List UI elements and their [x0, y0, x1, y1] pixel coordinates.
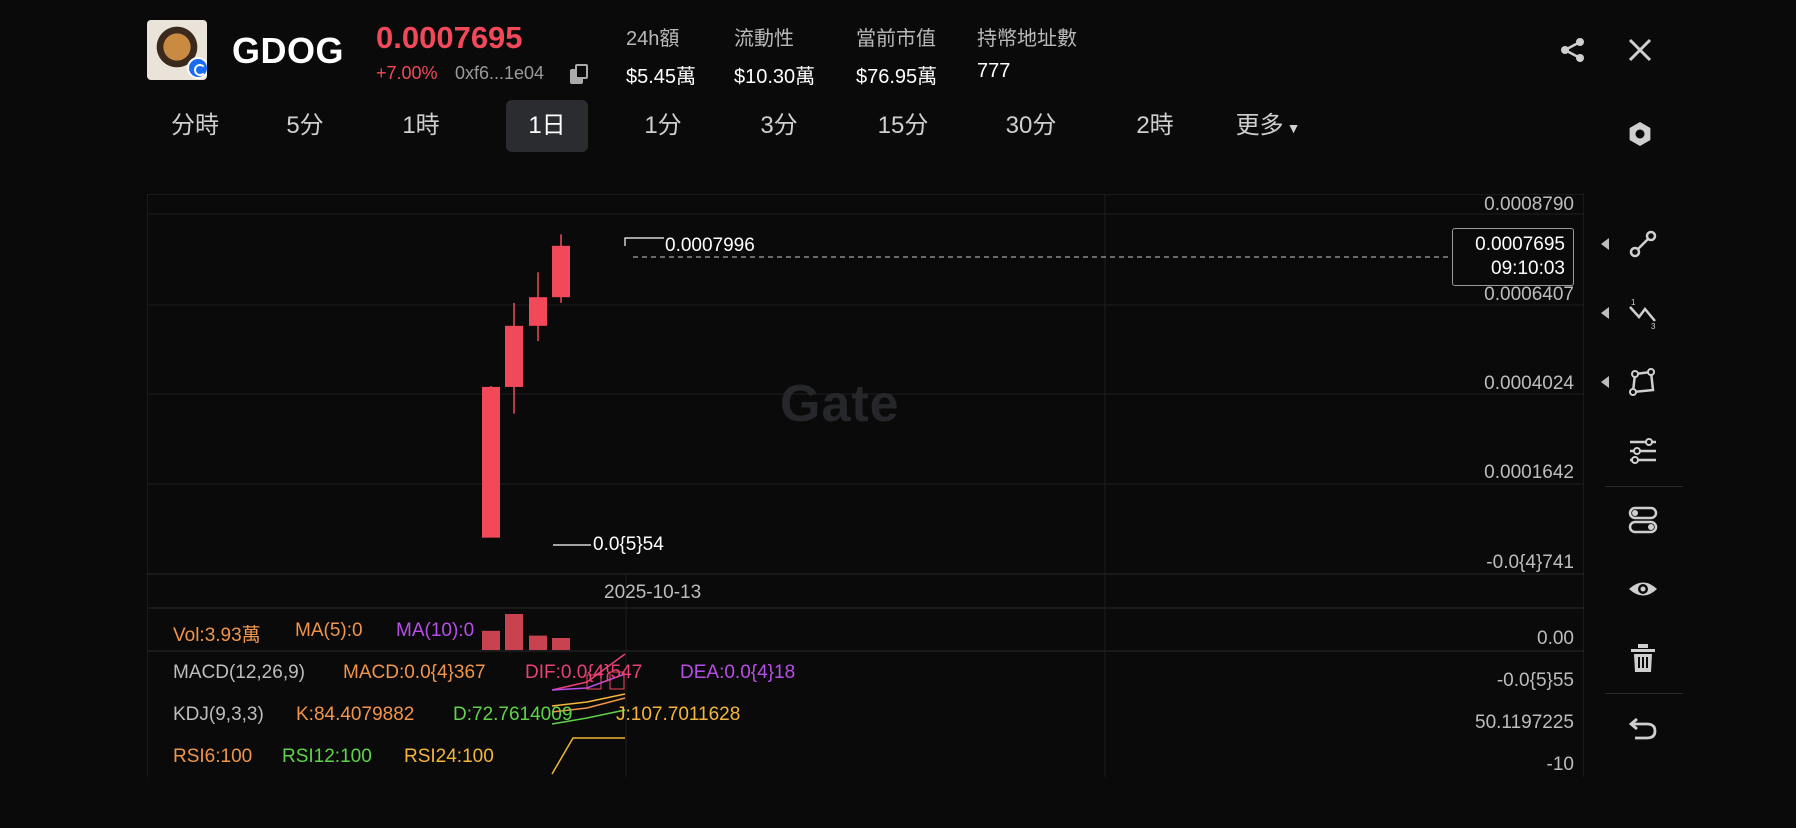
volume-bar — [482, 630, 500, 650]
toolbar-divider — [1605, 693, 1683, 694]
expand-arrow-icon[interactable] — [1601, 307, 1609, 319]
stat-liquidity: 流動性 $10.30萬 — [734, 22, 815, 89]
close-icon[interactable] — [1626, 36, 1654, 64]
tab-1h[interactable]: 1時 — [386, 100, 456, 152]
gear-icon[interactable] — [1626, 120, 1654, 148]
tab-1m[interactable]: 1分 — [628, 100, 698, 152]
stat-value: 777 — [977, 60, 1011, 82]
y-axis-label: 0.0001642 — [1484, 462, 1574, 483]
token-price: 0.0007695 — [376, 20, 523, 55]
stat-value: $76.95萬 — [856, 66, 938, 88]
rsi6-value: RSI6:100 — [173, 746, 253, 767]
stat-holders: 持幣地址數 777 — [977, 22, 1077, 83]
stat-market-cap: 當前市值 $76.95萬 — [856, 22, 937, 89]
price-change: +7.00% — [376, 63, 438, 83]
candle-body — [552, 245, 570, 298]
macd-axis-label: -0.0{5}55 — [1496, 670, 1574, 691]
expand-arrow-icon[interactable] — [1601, 238, 1609, 250]
candle-body — [482, 386, 500, 538]
candle-body — [529, 297, 547, 326]
ma10-label: MA(10):0 — [396, 620, 475, 641]
dea-value: DEA:0.0{4}18 — [680, 662, 796, 683]
path-icon[interactable] — [1627, 504, 1659, 536]
caret-down-icon: ▼ — [1286, 120, 1301, 136]
gate-watermark: Gate — [780, 375, 900, 433]
date-axis-label: 2025-10-13 — [604, 582, 702, 603]
y-axis-label: 0.0004024 — [1484, 373, 1574, 394]
rsi24-value: RSI24:100 — [404, 746, 494, 767]
expand-arrow-icon[interactable] — [1601, 376, 1609, 388]
dif-value: DIF:0.0{4}547 — [525, 662, 643, 683]
chart-canvas[interactable] — [147, 194, 1584, 777]
trend-line-icon[interactable] — [1627, 228, 1659, 260]
fib-icon[interactable]: 1 3 — [1627, 297, 1659, 329]
y-axis-label: 0.0008790 — [1484, 194, 1574, 215]
candle-body — [505, 325, 523, 387]
toolbar-divider — [1605, 486, 1683, 487]
current-price-value: 0.0007695 — [1475, 234, 1565, 255]
tab-2h[interactable]: 2時 — [1120, 100, 1190, 152]
volume-axis-label: 0.00 — [1537, 628, 1574, 649]
tab-more-label: 更多 — [1235, 112, 1284, 139]
y-axis-label: -0.0{4}741 — [1486, 552, 1574, 573]
volume-bar — [552, 638, 570, 650]
rsi-line — [551, 737, 625, 775]
token-logo — [147, 20, 207, 80]
copy-icon[interactable] — [569, 64, 589, 84]
svg-text:1: 1 — [1631, 298, 1636, 307]
ma5-label: MA(5):0 — [295, 620, 363, 641]
drawing-toolbar: 1 3 — [1585, 194, 1693, 777]
kdj-d-value: D:72.7614009 — [453, 704, 573, 725]
kdj-name: KDJ(9,3,3) — [173, 704, 264, 725]
macd-name: MACD(12,26,9) — [173, 662, 305, 683]
stat-label: 24h額 — [626, 28, 680, 50]
low-price-label: 0.0{5}54 — [593, 534, 664, 555]
shape-icon[interactable] — [1627, 366, 1659, 398]
visibility-icon[interactable] — [1627, 573, 1659, 605]
candle-countdown: 09:10:03 — [1491, 258, 1565, 279]
stat-label: 持幣地址數 — [977, 28, 1077, 50]
rsi-axis-label: -10 — [1546, 754, 1574, 775]
tab-15m[interactable]: 15分 — [868, 100, 938, 152]
svg-text:3: 3 — [1651, 322, 1656, 329]
volume-bars-group — [482, 614, 570, 650]
delete-icon[interactable] — [1627, 642, 1659, 674]
macd-value: MACD:0.0{4}367 — [343, 662, 486, 683]
current-price-box: 0.0007695 09:10:03 — [1452, 228, 1574, 286]
chain-badge-icon — [187, 57, 207, 79]
tab-30m[interactable]: 30分 — [996, 100, 1066, 152]
high-marker-line — [624, 237, 664, 246]
kdj-axis-label: 50.1197225 — [1475, 712, 1574, 733]
stat-value: $10.30萬 — [734, 66, 816, 88]
stat-label: 流動性 — [734, 28, 794, 50]
indicator-settings-icon[interactable] — [1627, 435, 1659, 467]
stat-24h-volume: 24h額 $5.45萬 — [626, 22, 696, 89]
undo-icon[interactable] — [1627, 711, 1659, 743]
tab-more[interactable]: 更多 ▼ — [1230, 100, 1306, 152]
high-price-label: 0.0007996 — [665, 235, 755, 256]
stat-label: 當前市值 — [856, 28, 936, 50]
stat-value: $5.45萬 — [626, 66, 697, 88]
tab-5m[interactable]: 5分 — [270, 100, 340, 152]
tab-3m[interactable]: 3分 — [744, 100, 814, 152]
rsi12-value: RSI12:100 — [282, 746, 372, 767]
share-icon[interactable] — [1559, 36, 1587, 64]
volume-bar — [529, 635, 547, 650]
kdj-j-value: J:107.7011628 — [616, 704, 741, 725]
vol-label: Vol:3.93萬 — [173, 625, 261, 646]
contract-address[interactable]: 0xf6...1e04 — [455, 63, 544, 84]
kdj-k-value: K:84.4079882 — [296, 704, 415, 725]
candles-group — [482, 234, 570, 538]
header: GDOG 0.0007695 +7.00% 0xf6...1e04 24h額 $… — [0, 0, 1796, 100]
y-axis-label: 0.0006407 — [1484, 284, 1574, 305]
tab-time-share[interactable]: 分時 — [150, 100, 240, 152]
tab-1d[interactable]: 1日 — [506, 100, 588, 152]
token-symbol: GDOG — [232, 30, 345, 71]
volume-bar — [505, 614, 523, 650]
candlestick-chart[interactable]: Gate 0.0008790 0.0006407 0.0004024 0.000… — [147, 194, 1584, 777]
